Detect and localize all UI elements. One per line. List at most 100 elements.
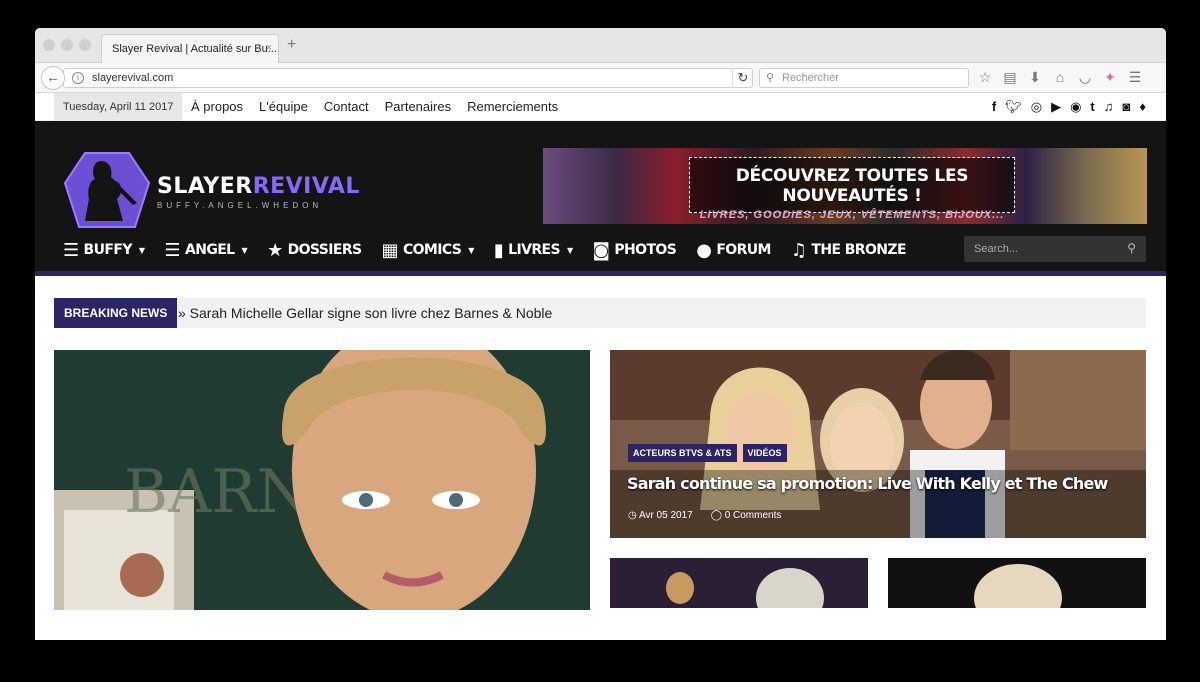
toplink-remerciements[interactable]: Remerciements (467, 93, 558, 121)
chevron-down-icon: ▼ (468, 245, 474, 255)
article-tags: ACTEURS BTVS & ATS VIDÉOS (628, 444, 787, 462)
logo-silhouette-icon (63, 152, 151, 228)
reading-list-icon[interactable]: ▤ (1002, 69, 1018, 86)
extension-icon[interactable]: ✦ (1102, 69, 1118, 86)
tab-strip: Slayer Revival | Actualité sur Bu... × + (35, 28, 1166, 64)
social-links: f 🐦︎ ◎ ▶ ◉ t ♫ ◙ ♦ (992, 99, 1146, 115)
browser-navbar: i slayerevival.com ← ↻ ⚲ Rechercher ☆ ▤ … (35, 63, 1166, 93)
menu-icon[interactable]: ☰ (1127, 69, 1143, 86)
nav-item-dossiers[interactable]: ★ DOSSIERS (267, 239, 363, 261)
browser-search-input[interactable]: ⚲ Rechercher (759, 68, 969, 88)
close-window-button[interactable] (43, 39, 55, 51)
microphone-icon[interactable]: ♦ (1139, 99, 1146, 115)
back-button[interactable]: ← (41, 66, 65, 90)
list-icon: ☰ (63, 239, 79, 261)
main-content: BREAKING NEWS » Sarah Michelle Gellar si… (35, 276, 1166, 610)
tag-videos[interactable]: VIDÉOS (742, 444, 787, 462)
toplink-equipe[interactable]: L'équipe (259, 93, 308, 121)
instagram-icon[interactable]: ◎ (1031, 99, 1042, 115)
chevron-down-icon: ▼ (241, 245, 248, 255)
nav-item-forum[interactable]: ● FORUM (696, 240, 771, 261)
info-icon[interactable]: i (72, 72, 84, 84)
camera-icon[interactable]: ◙ (1123, 99, 1131, 115)
tag-acteurs[interactable]: ACTEURS BTVS & ATS (628, 444, 737, 462)
nav-item-livres[interactable]: ▮ LIVRES ▼ (494, 240, 573, 261)
comment-icon: ◯ (710, 510, 725, 521)
speech-bubble-icon: ● (696, 239, 712, 261)
grid-icon: ▦ (381, 239, 399, 261)
toplink-a-propos[interactable]: À propos (191, 93, 243, 121)
thumbnail-photo (888, 558, 1146, 608)
article-date: ◷ Avr 05 2017 (628, 510, 693, 521)
featured-article-card[interactable]: ACTEURS BTVS & ATS VIDÉOS Sarah continue… (610, 350, 1146, 538)
browser-toolbar: ☆ ▤ ⬇ ⌂ ◡ ✦ ☰ (977, 69, 1143, 86)
article-comments-text: 0 Comments (724, 510, 782, 521)
facebook-icon[interactable]: f (992, 99, 996, 115)
tab-title: Slayer Revival | Actualité sur Bu... (112, 43, 277, 55)
logo-title-part2: REVIVAL (252, 174, 360, 199)
home-icon[interactable]: ⌂ (1052, 69, 1068, 86)
window-controls (43, 39, 91, 51)
url-bar[interactable]: i slayerevival.com (63, 68, 753, 88)
article-thumbnail[interactable] (888, 558, 1146, 608)
tab-close-icon[interactable]: × (266, 42, 272, 54)
nav-label: COMICS (402, 242, 462, 258)
logo-title-part1: SLAYER (157, 174, 253, 199)
nav-item-angel[interactable]: ☰ ANGEL ▼ (164, 240, 247, 261)
current-date: Tuesday, April 11 2017 (54, 93, 183, 121)
minimize-window-button[interactable] (61, 39, 73, 51)
nav-label: PHOTOS (614, 242, 677, 258)
logo-title: SLAYERREVIVAL (157, 174, 360, 199)
article-title[interactable]: Sarah continue sa promotion: Live With K… (627, 474, 1108, 493)
search-icon[interactable]: ⚲ (1127, 241, 1136, 255)
new-tab-button[interactable]: + (287, 36, 296, 54)
download-icon[interactable]: ⬇ (1027, 69, 1043, 86)
url-text: slayerevival.com (92, 72, 174, 84)
site-header: SLAYERREVIVAL BUFFY.ANGEL.WHEDON DÉCOUVR… (35, 121, 1166, 271)
article-date-text: Avr 05 2017 (638, 510, 693, 521)
pocket-icon[interactable]: ◡ (1077, 69, 1093, 86)
site-search-input[interactable]: Search... ⚲ (964, 236, 1146, 262)
browser-search-placeholder: Rechercher (782, 72, 839, 84)
tumblr-icon[interactable]: t (1090, 99, 1094, 115)
browser-tab[interactable]: Slayer Revival | Actualité sur Bu... × (101, 34, 279, 64)
list-icon: ☰ (164, 239, 180, 261)
breaking-news-link[interactable]: » Sarah Michelle Gellar signe son livre … (178, 298, 552, 328)
music-icon[interactable]: ♫ (1104, 99, 1114, 115)
site-logo[interactable]: SLAYERREVIVAL BUFFY.ANGEL.WHEDON (63, 151, 360, 233)
site-search-placeholder: Search... (974, 243, 1019, 255)
youtube-icon[interactable]: ▶ (1051, 99, 1061, 115)
article-thumbnail[interactable] (610, 558, 868, 608)
maximize-window-button[interactable] (79, 39, 91, 51)
chevron-down-icon: ▼ (138, 245, 145, 255)
article-comments[interactable]: ◯ 0 Comments (711, 510, 782, 521)
bookmark-star-icon[interactable]: ☆ (977, 69, 993, 86)
nav-item-comics[interactable]: ▦ COMICS ▼ (381, 239, 475, 261)
article-meta: ◷ Avr 05 2017 ◯ 0 Comments (628, 510, 781, 521)
music-note-icon: ♫ (790, 239, 807, 261)
nav-label: BUFFY (83, 242, 133, 258)
logo-text: SLAYERREVIVAL BUFFY.ANGEL.WHEDON (157, 174, 360, 210)
clock-icon: ◷ (628, 510, 639, 521)
nav-label: ANGEL (184, 242, 235, 258)
breaking-news-label: BREAKING NEWS (54, 298, 178, 328)
book-icon: ▮ (493, 239, 504, 261)
reload-icon[interactable]: ↻ (732, 68, 753, 88)
nav-item-photos[interactable]: ◙ PHOTOS (593, 240, 677, 261)
banner-textbox: DÉCOUVREZ TOUTES LES NOUVEAUTÉS ! LIVRES… (689, 157, 1015, 221)
toplink-contact[interactable]: Contact (324, 93, 369, 121)
main-nav: ☰ BUFFY ▼ ☰ ANGEL ▼ ★ DOSSIERS ▦ COMICS … (35, 229, 1166, 271)
thumbnail-photo (610, 558, 868, 608)
promo-banner[interactable]: DÉCOUVREZ TOUTES LES NOUVEAUTÉS ! LIVRES… (543, 148, 1147, 224)
toplink-partenaires[interactable]: Partenaires (385, 93, 451, 121)
star-icon: ★ (267, 239, 283, 261)
featured-article-main-image[interactable]: BARNES (54, 350, 590, 610)
twitter-icon[interactable]: 🐦︎ (1005, 99, 1022, 115)
nav-item-buffy[interactable]: ☰ BUFFY ▼ (63, 239, 145, 261)
nav-item-the-bronze[interactable]: ♫ THE BRONZE (790, 239, 907, 261)
banner-headline: DÉCOUVREZ TOUTES LES NOUVEAUTÉS ! (735, 166, 969, 206)
nav-label: DOSSIERS (287, 242, 363, 258)
breaking-news-bar: BREAKING NEWS » Sarah Michelle Gellar si… (54, 298, 1146, 328)
nav-label: THE BRONZE (811, 242, 906, 258)
chat-icon[interactable]: ◉ (1070, 99, 1081, 115)
